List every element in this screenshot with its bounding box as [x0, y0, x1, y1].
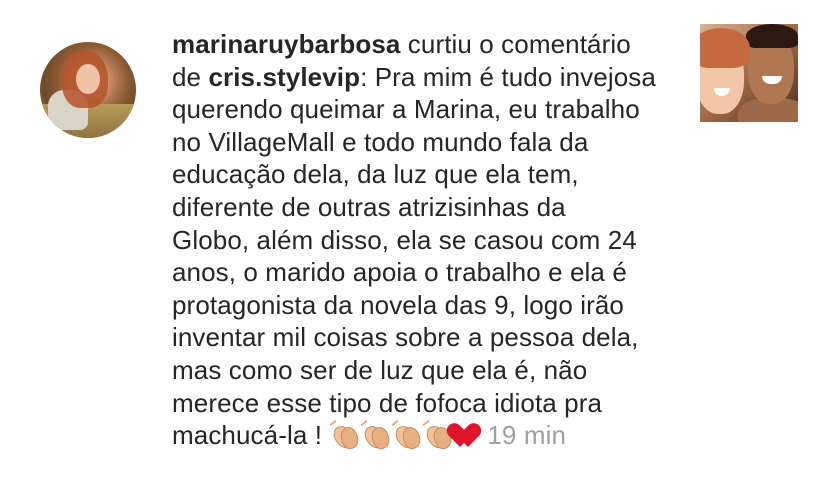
- comment-text-line: merece esse tipo de fofoca idiota pra: [172, 387, 603, 418]
- notification-text: marinaruybarbosa curtiu o comentário de …: [172, 28, 682, 453]
- comment-text-line: diferente de outras atrizisinhas da: [172, 191, 566, 222]
- actor-avatar[interactable]: [40, 42, 136, 138]
- notification-line-1: marinaruybarbosa curtiu o comentário: [172, 28, 682, 61]
- thumbnail-person-left-hair: [700, 28, 750, 68]
- comment-text-line: educação dela, da luz que ela tem,: [172, 159, 579, 190]
- clapping-hands-icon: [360, 419, 393, 453]
- thumbnail-person-right-hair: [746, 24, 798, 48]
- comment-text-line: anos, o marido apoia o trabalho e ela é: [172, 257, 627, 288]
- comment-text-line: no VillageMall e todo mundo fala da: [172, 126, 589, 157]
- post-thumbnail[interactable]: [700, 24, 798, 122]
- activity-notification[interactable]: marinaruybarbosa curtiu o comentário de …: [0, 0, 828, 481]
- timestamp: 19 min: [487, 420, 567, 451]
- comment-text-line: inventar mil coisas sobre a pessoa dela,: [172, 322, 639, 353]
- comment-text-line: Globo, além disso, ela se casou com 24: [172, 224, 637, 255]
- comment-text-line: protagonista da novela das 9, logo irão: [172, 289, 624, 320]
- clapping-hands-icon: [329, 419, 362, 453]
- notification-line-2: de cris.stylevip: Pra mim é tudo invejos…: [172, 61, 682, 94]
- comment-text-line: machucá-la !: [172, 420, 330, 451]
- red-heart-icon: [444, 420, 485, 448]
- comment-text-line: mas como ser de luz que ela é, não: [172, 354, 588, 385]
- commenter-username[interactable]: cris.stylevip: [208, 62, 360, 92]
- action-text: curtiu o comentário: [400, 29, 631, 59]
- preposition-text: de: [172, 61, 209, 92]
- notification-last-line: machucá-la ! 19 min: [172, 419, 682, 453]
- actor-username[interactable]: marinaruybarbosa: [172, 29, 400, 59]
- avatar-face: [76, 64, 100, 94]
- clapping-hands-icon: [391, 419, 424, 453]
- comment-text-line: : Pra mim é tudo invejosa: [360, 61, 656, 92]
- comment-text-line: querendo queimar a Marina, eu trabalho: [172, 94, 640, 125]
